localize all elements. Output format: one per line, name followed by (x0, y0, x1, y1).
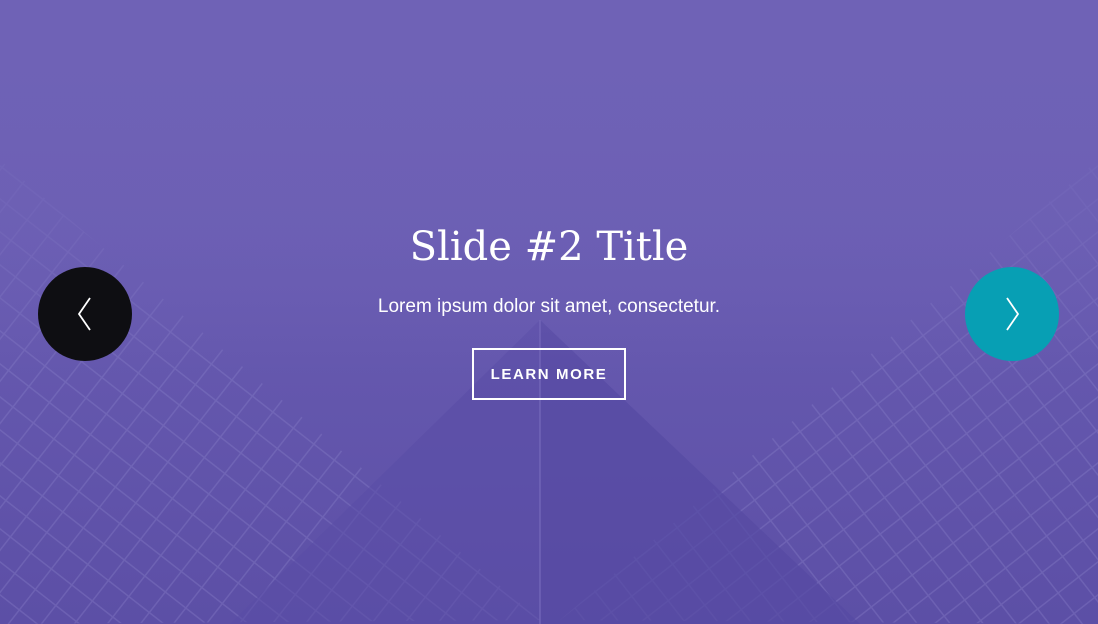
hero-slider: Slide #2 Title Lorem ipsum dolor sit ame… (0, 0, 1098, 624)
slide-content: Slide #2 Title Lorem ipsum dolor sit ame… (0, 0, 1098, 624)
next-slide-button[interactable] (965, 267, 1059, 361)
chevron-left-icon (77, 297, 91, 331)
previous-slide-button[interactable] (38, 267, 132, 361)
learn-more-button[interactable]: LEARN MORE (472, 348, 626, 400)
slide-subtitle: Lorem ipsum dolor sit amet, consectetur. (377, 296, 721, 317)
chevron-right-icon (1006, 297, 1020, 331)
slide-title: Slide #2 Title (409, 224, 689, 270)
